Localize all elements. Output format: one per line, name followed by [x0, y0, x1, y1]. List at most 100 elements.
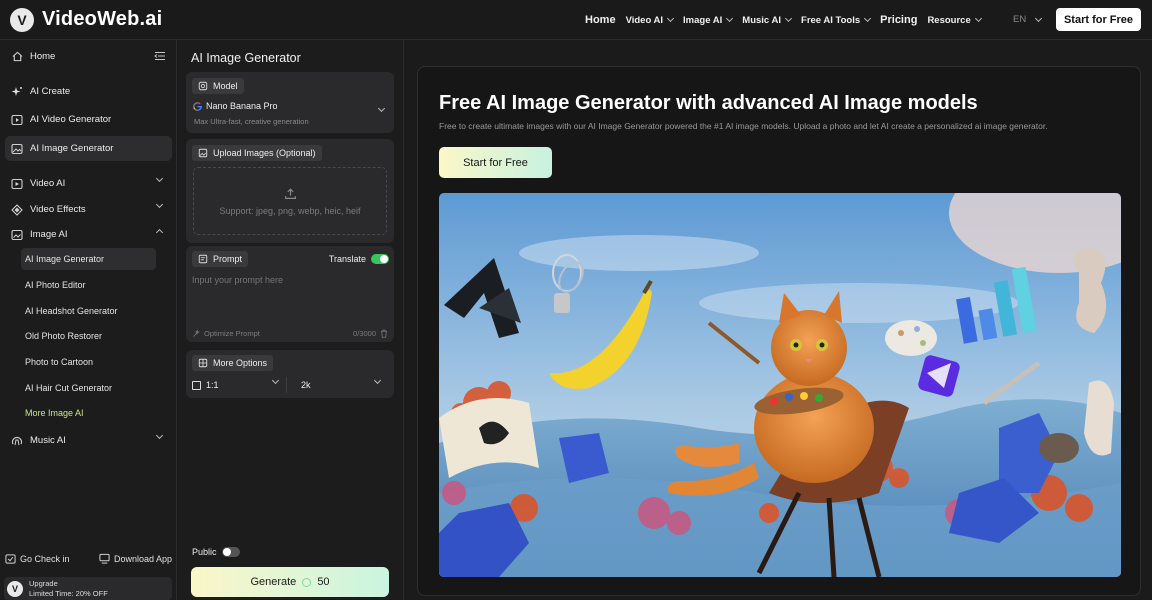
upload-card: Upload Images (Optional) Support: jpeg, …	[186, 139, 394, 243]
aspect-ratio-select[interactable]: 1:1	[192, 376, 280, 393]
hero-section: Free AI Image Generator with advanced AI…	[417, 66, 1141, 596]
sidebar-item-video-ai[interactable]: Video AI	[5, 171, 172, 196]
chevron-down-icon	[864, 14, 872, 23]
generate-button[interactable]: Generate 50	[191, 567, 389, 597]
hero-subtitle: Free to create ultimate images with our …	[439, 121, 1048, 131]
image-icon	[11, 143, 23, 155]
optimize-prompt-button[interactable]: Optimize Prompt	[192, 329, 260, 338]
nav-image-ai-label: Image AI	[683, 14, 723, 26]
trash-icon[interactable]	[380, 329, 388, 338]
prompt-input[interactable]	[192, 275, 388, 321]
hero-start-button[interactable]: Start for Free	[439, 147, 552, 178]
translate-toggle-row: Translate	[329, 254, 389, 264]
start-for-free-button[interactable]: Start for Free	[1056, 8, 1141, 31]
sidebar-item-label: Image AI	[30, 229, 68, 240]
chevron-down-icon	[155, 174, 164, 183]
video-icon	[11, 114, 23, 126]
nav-free-ai-tools[interactable]: Free AI Tools	[801, 14, 872, 26]
hero-image	[439, 193, 1121, 577]
public-label: Public	[192, 547, 217, 557]
nav-home[interactable]: Home	[585, 14, 616, 26]
model-select[interactable]: Nano Banana Pro	[193, 101, 278, 111]
upload-icon	[284, 187, 296, 199]
sidebar-subitem-old-photo-restorer[interactable]: Old Photo Restorer	[21, 325, 156, 347]
sidebar-item-image-ai[interactable]: Image AI	[5, 222, 172, 247]
sidebar-subitem-ai-image-generator[interactable]: AI Image Generator	[21, 248, 156, 270]
resolution-value: 2k	[301, 380, 311, 390]
image-ai-icon	[11, 229, 23, 241]
main-nav: Home Video AI Image AI Music AI Free AI …	[585, 0, 982, 40]
brand-logo[interactable]: V VideoWeb.ai	[10, 7, 162, 32]
sidebar-subitem-ai-photo-editor[interactable]: AI Photo Editor	[21, 274, 156, 296]
sidebar-item-ai-create[interactable]: AI Create	[5, 79, 172, 104]
chevron-up-icon	[155, 228, 164, 237]
logo-badge-icon: V	[7, 580, 23, 597]
download-app-link[interactable]: Download App	[99, 553, 172, 564]
generate-cost: 50	[317, 576, 330, 588]
sidebar-subitem-more-image-ai[interactable]: More Image AI	[21, 402, 156, 424]
cat-illustration	[439, 193, 1121, 577]
sidebar-bottom-actions: Go Check in Download App	[0, 553, 177, 564]
hero-title: Free AI Image Generator with advanced AI…	[439, 92, 978, 114]
more-options-chip[interactable]: More Options	[192, 355, 274, 371]
go-check-in-link[interactable]: Go Check in	[5, 553, 70, 564]
language-label: EN	[1013, 14, 1027, 25]
sidebar-subitem-photo-to-cartoon[interactable]: Photo to Cartoon	[21, 351, 156, 373]
prompt-chip-label: Prompt	[213, 254, 243, 264]
upload-chip-label: Upload Images (Optional)	[213, 148, 316, 158]
chevron-down-icon	[784, 14, 793, 23]
model-icon	[198, 81, 208, 91]
resolution-select[interactable]: 2k	[286, 376, 382, 393]
go-check-in-label: Go Check in	[20, 553, 70, 564]
collapse-sidebar-icon[interactable]	[154, 50, 166, 65]
optimize-icon	[193, 329, 200, 337]
download-icon	[99, 553, 110, 564]
nav-music-ai[interactable]: Music AI	[742, 14, 793, 26]
language-selector[interactable]: EN	[1013, 14, 1043, 25]
coin-icon	[302, 577, 312, 587]
logo-badge-icon: V	[10, 7, 34, 32]
music-icon	[11, 435, 23, 447]
sidebar-subitem-ai-headshot-generator[interactable]: AI Headshot Generator	[21, 300, 156, 322]
translate-label: Translate	[328, 254, 366, 264]
nav-music-ai-label: Music AI	[742, 14, 782, 26]
generator-panel: AI Image Generator Model Nano Banana Pro…	[178, 40, 404, 600]
chevron-down-icon	[373, 376, 382, 385]
upload-dropzone[interactable]: Support: jpeg, png, webp, heic, heif	[193, 167, 387, 235]
sidebar-item-ai-image-generator[interactable]: AI Image Generator	[5, 136, 172, 161]
sidebar-item-video-effects[interactable]: Video Effects	[5, 197, 172, 222]
model-description: Max Ultra-fast, creative generation	[194, 117, 309, 126]
google-icon	[193, 101, 202, 111]
nav-image-ai[interactable]: Image AI	[683, 14, 734, 26]
public-toggle[interactable]	[221, 547, 240, 557]
nav-video-ai[interactable]: Video AI	[626, 15, 675, 26]
more-options-label: More Options	[213, 358, 268, 368]
optimize-prompt-label: Optimize Prompt	[204, 329, 260, 338]
nav-resource[interactable]: Resource	[927, 14, 982, 26]
nav-free-ai-tools-label: Free AI Tools	[801, 14, 861, 26]
sidebar-item-label: Video Effects	[30, 204, 86, 215]
sidebar: Home AI Create AI Video Generator AI Ima…	[0, 40, 177, 600]
options-icon	[198, 358, 208, 368]
nav-pricing[interactable]: Pricing	[880, 14, 917, 26]
top-navigation-bar: V VideoWeb.ai Home Video AI Image AI Mus…	[0, 0, 1152, 40]
more-options-card: More Options 1:1 2k	[186, 350, 394, 398]
char-count: 0/3000	[353, 329, 376, 338]
sidebar-item-music-ai[interactable]: Music AI	[5, 428, 172, 453]
upgrade-banner[interactable]: V Upgrade Limited Time: 20% OFF	[4, 577, 172, 600]
translate-toggle[interactable]	[371, 254, 389, 264]
generate-label: Generate	[250, 576, 297, 588]
chevron-down-icon	[271, 376, 280, 385]
public-toggle-row: Public	[192, 547, 240, 557]
sidebar-item-home[interactable]: Home	[5, 44, 172, 69]
upload-chip: Upload Images (Optional)	[192, 145, 322, 161]
chevron-down-icon	[974, 14, 982, 23]
sidebar-item-ai-video-generator[interactable]: AI Video Generator	[5, 107, 172, 132]
chevron-down-icon[interactable]	[377, 104, 386, 113]
upload-support-text: Support: jpeg, png, webp, heic, heif	[219, 205, 361, 216]
sidebar-subitem-ai-hair-cut-generator[interactable]: AI Hair Cut Generator	[21, 377, 156, 399]
chevron-down-icon	[155, 431, 164, 440]
prompt-chip: Prompt	[192, 251, 249, 267]
sidebar-item-label: Home	[30, 51, 56, 62]
sidebar-item-label: AI Video Generator	[30, 114, 112, 125]
